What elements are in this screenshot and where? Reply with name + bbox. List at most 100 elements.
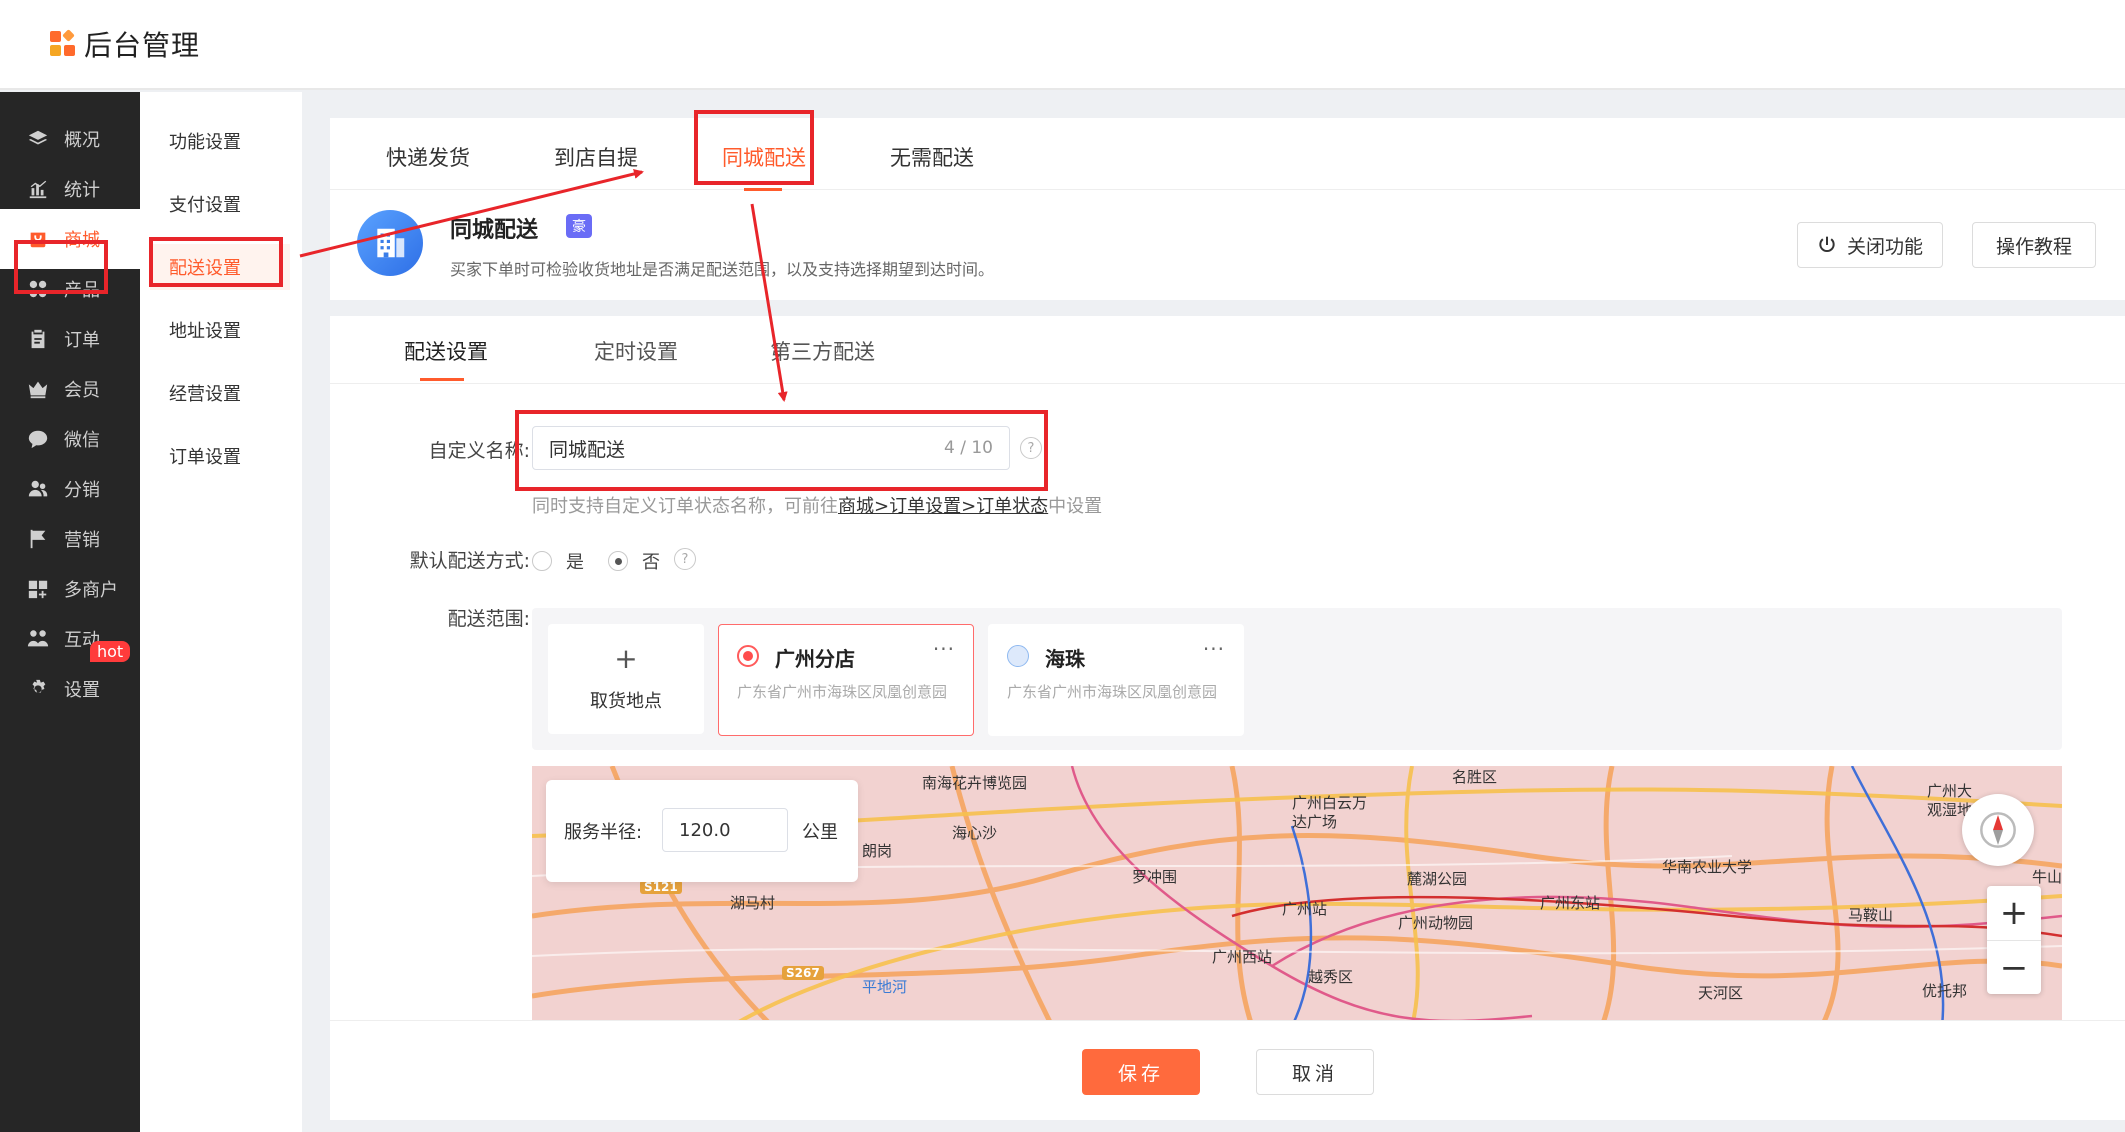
store-plus-icon	[26, 577, 50, 601]
premium-badge: 豪	[566, 214, 592, 238]
hot-badge: hot	[90, 641, 131, 662]
zoom-out-button[interactable]: −	[1987, 940, 2041, 994]
map-place-label: 朗岗	[862, 842, 893, 860]
store-name: 海珠	[1045, 647, 1085, 671]
sidebar-item-label: 产品	[64, 280, 100, 301]
delivery-range-label: 配送范围:	[447, 608, 530, 630]
sidebar-item-label: 统计	[64, 180, 100, 201]
store-address: 广东省广州市海珠区凤凰创意园	[1007, 683, 1218, 701]
power-icon	[1819, 236, 1835, 253]
map-place-label: 广州东站	[1540, 894, 1601, 912]
map-place-label: 麓湖公园	[1407, 870, 1468, 888]
top-header: 后台管理	[0, 0, 2125, 90]
sidebar-item-label: 多商户	[64, 580, 118, 601]
store-radio[interactable]	[737, 645, 759, 667]
more-icon[interactable]: ···	[1203, 637, 1225, 661]
cancel-button[interactable]: 取消	[1256, 1049, 1374, 1095]
add-pickup-location-button[interactable]: + 取货地点	[548, 624, 704, 734]
tab-no-delivery[interactable]: 无需配送	[890, 142, 974, 172]
save-button[interactable]: 保存	[1082, 1049, 1200, 1095]
map-place-label: 广州西站	[1212, 948, 1273, 966]
service-radius-panel: 服务半径: 120.0 公里	[546, 780, 858, 882]
custom-name-hint: 同时支持自定义订单状态名称，可前往商城>订单设置>订单状态中设置	[532, 492, 1102, 518]
default-no-radio[interactable]: 否	[608, 548, 660, 574]
layers-icon	[26, 127, 50, 151]
submenu-address-settings[interactable]: 地址设置	[150, 307, 290, 353]
more-icon[interactable]: ···	[933, 637, 955, 661]
subtab-timed-settings[interactable]: 定时设置	[594, 336, 678, 366]
custom-name-label: 自定义名称:	[428, 440, 530, 462]
sidebar-item-label: 微信	[64, 430, 100, 451]
tutorial-button[interactable]: 操作教程	[1972, 222, 2096, 268]
users-icon	[26, 477, 50, 501]
subtab-third-party[interactable]: 第三方配送	[770, 336, 875, 366]
settings-card: 配送设置 定时设置 第三方配送 自定义名称: 同城配送 4 / 10 ? 同时支…	[330, 316, 2125, 1020]
store-address: 广东省广州市海珠区凤凰创意园	[737, 683, 948, 701]
map-zoom-control: + −	[1987, 886, 2041, 994]
close-feature-button[interactable]: 关闭功能	[1797, 222, 1943, 268]
map-place-label: 名胜区	[1452, 768, 1498, 786]
delivery-range-box: + 取货地点 广州分店 ··· 广东省广州市海珠区凤凰创意园 海珠 ··· 广东…	[532, 608, 2062, 750]
flag-icon	[26, 527, 50, 551]
submenu-order-settings[interactable]: 订单设置	[150, 433, 290, 479]
store-card[interactable]: 海珠 ··· 广东省广州市海珠区凤凰创意园	[988, 624, 1244, 736]
tab-local-delivery[interactable]: 同城配送	[722, 142, 806, 172]
crown-icon	[26, 377, 50, 401]
radio-dot	[608, 551, 628, 571]
help-icon[interactable]: ?	[674, 548, 696, 570]
people-icon	[26, 627, 50, 651]
subtab-delivery-settings[interactable]: 配送设置	[404, 336, 488, 366]
wechat-icon	[26, 427, 50, 451]
feature-description: 买家下单时可检验收货地址是否满足配送范围，以及支持选择期望到达时间。	[450, 260, 995, 279]
app-logo[interactable]: 后台管理	[50, 24, 200, 64]
tab-store-pickup[interactable]: 到店自提	[554, 142, 638, 172]
store-card[interactable]: 广州分店 ··· 广东省广州市海珠区凤凰创意园	[718, 624, 974, 736]
map-place-label: 广州白云万达广场	[1292, 794, 1368, 831]
radio-dot	[532, 551, 552, 571]
delivery-type-card: 快递发货 到店自提 同城配送 无需配送 同城配送 豪 买家下单时可检验收货地址是…	[330, 118, 2125, 300]
service-radius-input[interactable]: 120.0	[662, 808, 788, 852]
submenu-delivery-settings[interactable]: 配送设置	[150, 244, 290, 290]
service-radius-unit: 公里	[802, 822, 838, 843]
building-icon	[357, 210, 423, 276]
map-place-label: 广州站	[1282, 900, 1328, 918]
help-icon[interactable]: ?	[1020, 437, 1042, 459]
zoom-in-button[interactable]: +	[1987, 886, 2041, 940]
compass-icon[interactable]	[1962, 794, 2034, 866]
sidebar-item-label: 设置	[64, 680, 100, 701]
default-yes-radio[interactable]: 是	[532, 548, 584, 574]
logo-icon	[50, 29, 76, 57]
pickup-label: 取货地点	[590, 691, 662, 712]
app-title: 后台管理	[84, 29, 201, 62]
delivery-tabs: 快递发货 到店自提 同城配送 无需配送	[330, 118, 2125, 191]
grid-icon	[26, 277, 50, 301]
order-status-link[interactable]: 商城>订单设置>订单状态	[838, 496, 1048, 517]
sidebar-item-settings[interactable]: 设置	[0, 659, 140, 719]
map-place-label: 牛山	[2032, 868, 2062, 886]
map-place-label: 广州动物园	[1398, 914, 1474, 932]
sidebar-item-label: 营销	[64, 530, 100, 551]
radio-label: 否	[642, 552, 660, 573]
delivery-map[interactable]: 南海花卉博览园 海心沙 罗冲围 广州白云万达广场 名胜区 广州大观湿地 麓湖公园…	[532, 766, 2062, 1020]
shop-icon	[26, 227, 50, 251]
map-place-label: 罗冲围	[1132, 868, 1178, 886]
subtab-active-indicator	[420, 378, 464, 381]
plus-icon: +	[614, 642, 638, 675]
close-feature-label: 关闭功能	[1846, 235, 1923, 258]
road-tag: S121	[640, 880, 682, 894]
store-radio[interactable]	[1007, 645, 1029, 667]
hint-prefix: 同时支持自定义订单状态名称，可前往	[532, 496, 838, 517]
custom-name-input[interactable]: 同城配送 4 / 10	[532, 426, 1010, 470]
map-place-label: 华南农业大学	[1662, 858, 1753, 876]
map-place-label: 优托邦	[1922, 982, 1968, 1000]
submenu-payment-settings[interactable]: 支付设置	[150, 181, 290, 227]
map-place-label: 湖马村	[730, 894, 776, 912]
tab-express[interactable]: 快递发货	[386, 142, 470, 172]
map-place-label: 天河区	[1698, 984, 1744, 1002]
submenu-business-settings[interactable]: 经营设置	[150, 370, 290, 416]
tab-active-indicator	[744, 188, 782, 191]
default-delivery-label: 默认配送方式:	[409, 550, 530, 572]
sidebar-item-label: 商城	[64, 230, 100, 251]
chart-icon	[26, 177, 50, 201]
submenu-function-settings[interactable]: 功能设置	[150, 118, 290, 164]
